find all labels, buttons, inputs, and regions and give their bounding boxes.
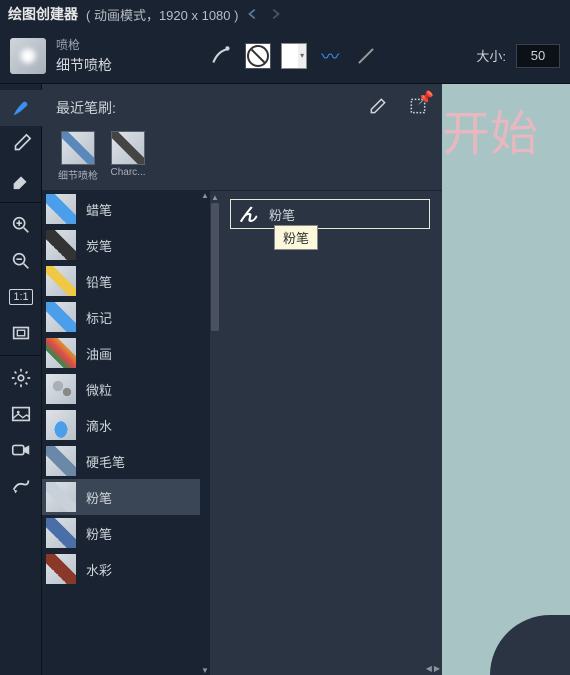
settings-tool[interactable] — [0, 360, 42, 396]
eyedropper-tool[interactable] — [0, 126, 42, 162]
category-3[interactable]: 标记 — [42, 299, 210, 335]
category-list: 蜡笔炭笔铅笔标记油画微粒滴水硬毛笔粉笔粉笔水彩 — [42, 191, 210, 675]
current-tool-label: 喷枪 细节喷枪 — [56, 36, 112, 75]
category-label: 炭笔 — [86, 236, 112, 255]
category-5[interactable]: 微粒 — [42, 371, 210, 407]
app-subtitle: ( 动画模式，1920 x 1080 ) — [86, 5, 238, 24]
recent-header: 最近笔刷: — [56, 98, 116, 118]
category-icon — [46, 518, 76, 548]
stabilizer-icon[interactable]: 〰 — [317, 43, 343, 69]
category-label: 微粒 — [86, 380, 112, 399]
category-1[interactable]: 炭笔 — [42, 227, 210, 263]
brush-settings-icon[interactable] — [209, 43, 235, 69]
chalk-stroke-icon: ん — [237, 203, 259, 225]
sublist-nav[interactable]: ◀▶ — [426, 664, 440, 673]
side-toolbar: 1:1 — [0, 84, 42, 675]
undo-icon[interactable] — [246, 7, 260, 21]
category-10[interactable]: 水彩 — [42, 551, 210, 587]
page-curl — [490, 615, 570, 675]
record-tool[interactable] — [0, 432, 42, 468]
app-title: 绘图创建器 — [8, 4, 78, 24]
category-label: 铅笔 — [86, 272, 112, 291]
category-scrollbar[interactable] — [200, 191, 210, 675]
fit-screen-tool[interactable] — [0, 315, 42, 351]
category-label: 水彩 — [86, 560, 112, 579]
brush-item-label: 粉笔 — [269, 205, 295, 224]
current-tool-icon[interactable] — [10, 38, 46, 74]
effects-tool[interactable] — [0, 468, 42, 504]
edit-icon[interactable] — [368, 96, 388, 119]
image-tool[interactable] — [0, 396, 42, 432]
recent-brush-1[interactable]: Charc... — [106, 131, 150, 182]
category-icon — [46, 554, 76, 584]
size-label: 大小: — [476, 46, 506, 65]
category-label: 油画 — [86, 344, 112, 363]
zoom-in-tool[interactable] — [0, 207, 42, 243]
category-label: 标记 — [86, 308, 112, 327]
tool-category: 喷枪 — [56, 36, 112, 53]
redo-icon[interactable] — [268, 7, 282, 21]
category-icon — [46, 302, 76, 332]
category-7[interactable]: 硬毛笔 — [42, 443, 210, 479]
category-2[interactable]: 铅笔 — [42, 263, 210, 299]
category-label: 蜡笔 — [86, 200, 112, 219]
category-icon — [46, 482, 76, 512]
color-picker[interactable]: ▾ — [281, 43, 307, 69]
category-icon — [46, 410, 76, 440]
category-4[interactable]: 油画 — [42, 335, 210, 371]
brush-tool[interactable] — [0, 90, 42, 126]
recent-brush-0[interactable]: 细节喷枪 — [56, 131, 100, 182]
toolbar: 喷枪 细节喷枪 ▾ 〰 大小: — [0, 28, 570, 84]
titlebar: 绘图创建器 ( 动画模式，1920 x 1080 ) — [0, 0, 570, 28]
brush-item[interactable]: ん 粉笔 — [230, 199, 430, 229]
category-label: 粉笔 — [86, 488, 112, 507]
category-icon — [46, 446, 76, 476]
sublist-scrollbar[interactable] — [210, 191, 220, 675]
canvas-text: 开始 — [442, 94, 538, 164]
category-9[interactable]: 粉笔 — [42, 515, 210, 551]
category-8[interactable]: 粉笔 — [42, 479, 210, 515]
category-label: 硬毛笔 — [86, 452, 125, 471]
brush-sublist: ん 粉笔 粉笔 ◀▶ — [210, 191, 442, 675]
category-0[interactable]: 蜡笔 — [42, 191, 210, 227]
category-icon — [46, 266, 76, 296]
actual-size-tool[interactable]: 1:1 — [0, 279, 42, 315]
no-texture-button[interactable] — [245, 43, 271, 69]
category-icon — [46, 338, 76, 368]
size-input[interactable] — [516, 44, 560, 68]
tool-name: 细节喷枪 — [56, 55, 112, 75]
zoom-out-tool[interactable] — [0, 243, 42, 279]
eraser-tool[interactable] — [0, 162, 42, 198]
category-icon — [46, 194, 76, 224]
brush-panel: 📌 最近笔刷: 细节喷枪Charc... 蜡笔炭笔铅笔标记油画微粒滴水硬毛笔粉笔… — [42, 84, 442, 675]
category-label: 滴水 — [86, 416, 112, 435]
canvas[interactable]: 开始 — [442, 84, 570, 675]
category-label: 粉笔 — [86, 524, 112, 543]
category-6[interactable]: 滴水 — [42, 407, 210, 443]
category-icon — [46, 374, 76, 404]
pin-icon[interactable]: 📌 — [418, 90, 434, 106]
line-tool-icon[interactable] — [353, 43, 379, 69]
tooltip: 粉笔 — [274, 225, 318, 250]
category-icon — [46, 230, 76, 260]
